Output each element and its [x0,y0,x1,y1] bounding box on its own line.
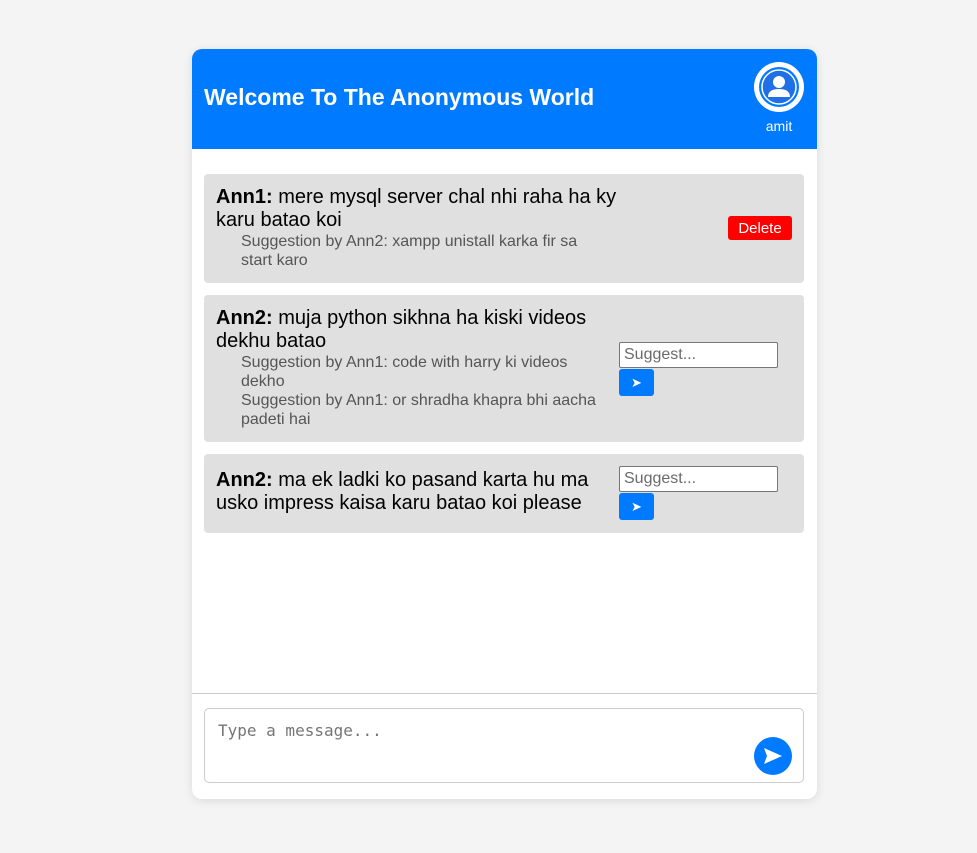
message-body: Ann2: ma ek ladki ko pasand karta hu ma … [216,469,611,515]
message-item: Ann2: muja python sikhna ha kiski videos… [204,295,804,442]
avatar[interactable] [754,62,804,112]
message-author: Ann1: [216,186,273,208]
message-body: Ann1: mere mysql server chal nhi raha ha… [216,186,626,270]
suggest-input[interactable] [619,466,778,492]
page-title: Welcome To The Anonymous World [204,84,595,110]
suggest-send-button[interactable]: ➤ [619,493,654,520]
send-button[interactable] [754,737,792,775]
message-input[interactable] [204,708,804,783]
message-item: Ann1: mere mysql server chal nhi raha ha… [204,174,804,283]
send-icon [764,748,782,764]
message-body: Ann2: muja python sikhna ha kiski videos… [216,307,626,429]
message-text: Ann2: ma ek ladki ko pasand karta hu ma … [216,469,611,515]
suggest-input[interactable] [619,342,778,368]
chat-header: Welcome To The Anonymous World amit [192,49,817,149]
suggest-form: ➤ [619,342,779,396]
suggest-send-button[interactable]: ➤ [619,369,654,396]
message-text: Ann1: mere mysql server chal nhi raha ha… [216,186,626,232]
send-arrow-icon: ➤ [631,499,642,514]
suggestion-list: Suggestion by Ann2: xampp unistall karka… [241,232,611,270]
suggestion-list: Suggestion by Ann1: code with harry ki v… [241,353,611,429]
chat-app: Welcome To The Anonymous World amit Ann1… [192,49,817,799]
message-text: Ann2: muja python sikhna ha kiski videos… [216,307,626,353]
delete-button[interactable]: Delete [728,216,792,240]
message-composer [192,693,817,799]
message-author: Ann2: [216,469,273,491]
suggestion-item: Suggestion by Ann1: code with harry ki v… [241,354,568,390]
suggest-form: ➤ [619,466,779,520]
user-profile[interactable]: amit [754,62,804,134]
message-content: mere mysql server chal nhi raha ha ky ka… [216,186,617,231]
send-arrow-icon: ➤ [631,375,642,390]
suggestion-item: Suggestion by Ann2: xampp unistall karka… [241,233,578,269]
username-label: amit [765,118,793,134]
message-author: Ann2: [216,307,273,329]
message-list: Ann1: mere mysql server chal nhi raha ha… [204,174,804,545]
message-item: Ann2: ma ek ladki ko pasand karta hu ma … [204,454,804,533]
user-icon [759,67,799,107]
suggestion-item: Suggestion by Ann1: or shradha khapra bh… [241,392,596,428]
